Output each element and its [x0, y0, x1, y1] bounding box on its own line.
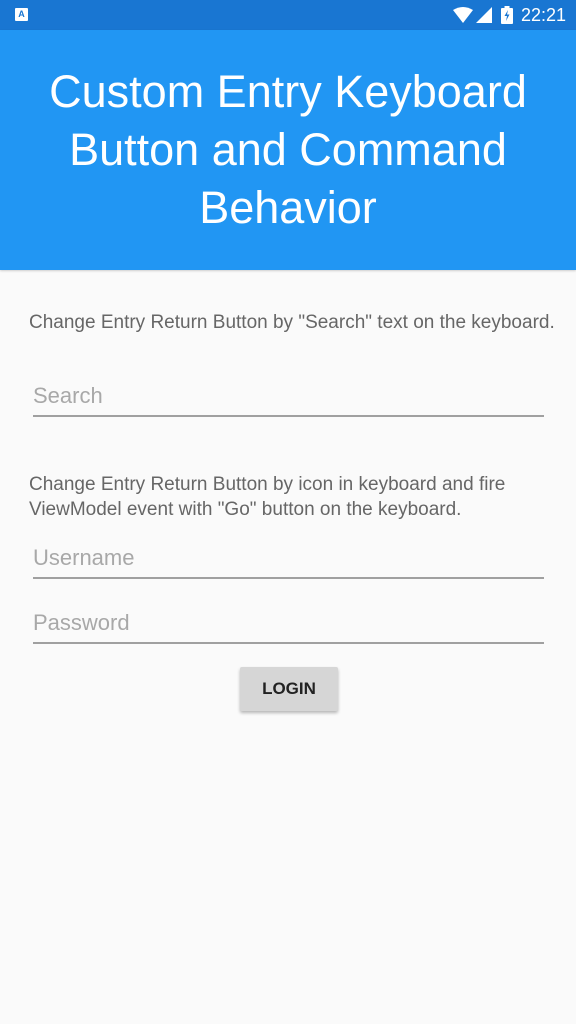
- page-title: Custom Entry Keyboard Button and Command…: [49, 66, 527, 233]
- login-button[interactable]: LOGIN: [240, 667, 338, 711]
- status-icons: 22:21: [452, 0, 566, 30]
- password-field[interactable]: [33, 604, 544, 644]
- username-field[interactable]: [33, 539, 544, 579]
- app-notification-icon: A: [15, 8, 28, 21]
- signal-icon: [475, 7, 492, 23]
- status-bar: A 22:21: [0, 0, 576, 30]
- search-input[interactable]: [33, 377, 544, 417]
- wifi-icon: [452, 7, 473, 23]
- app-header: Custom Entry Keyboard Button and Command…: [0, 30, 576, 270]
- login-description: Change Entry Return Button by icon in ke…: [29, 474, 506, 520]
- status-time: 22:21: [520, 4, 566, 25]
- search-description: Change Entry Return Button by "Search" t…: [29, 312, 555, 333]
- battery-icon: [500, 6, 513, 24]
